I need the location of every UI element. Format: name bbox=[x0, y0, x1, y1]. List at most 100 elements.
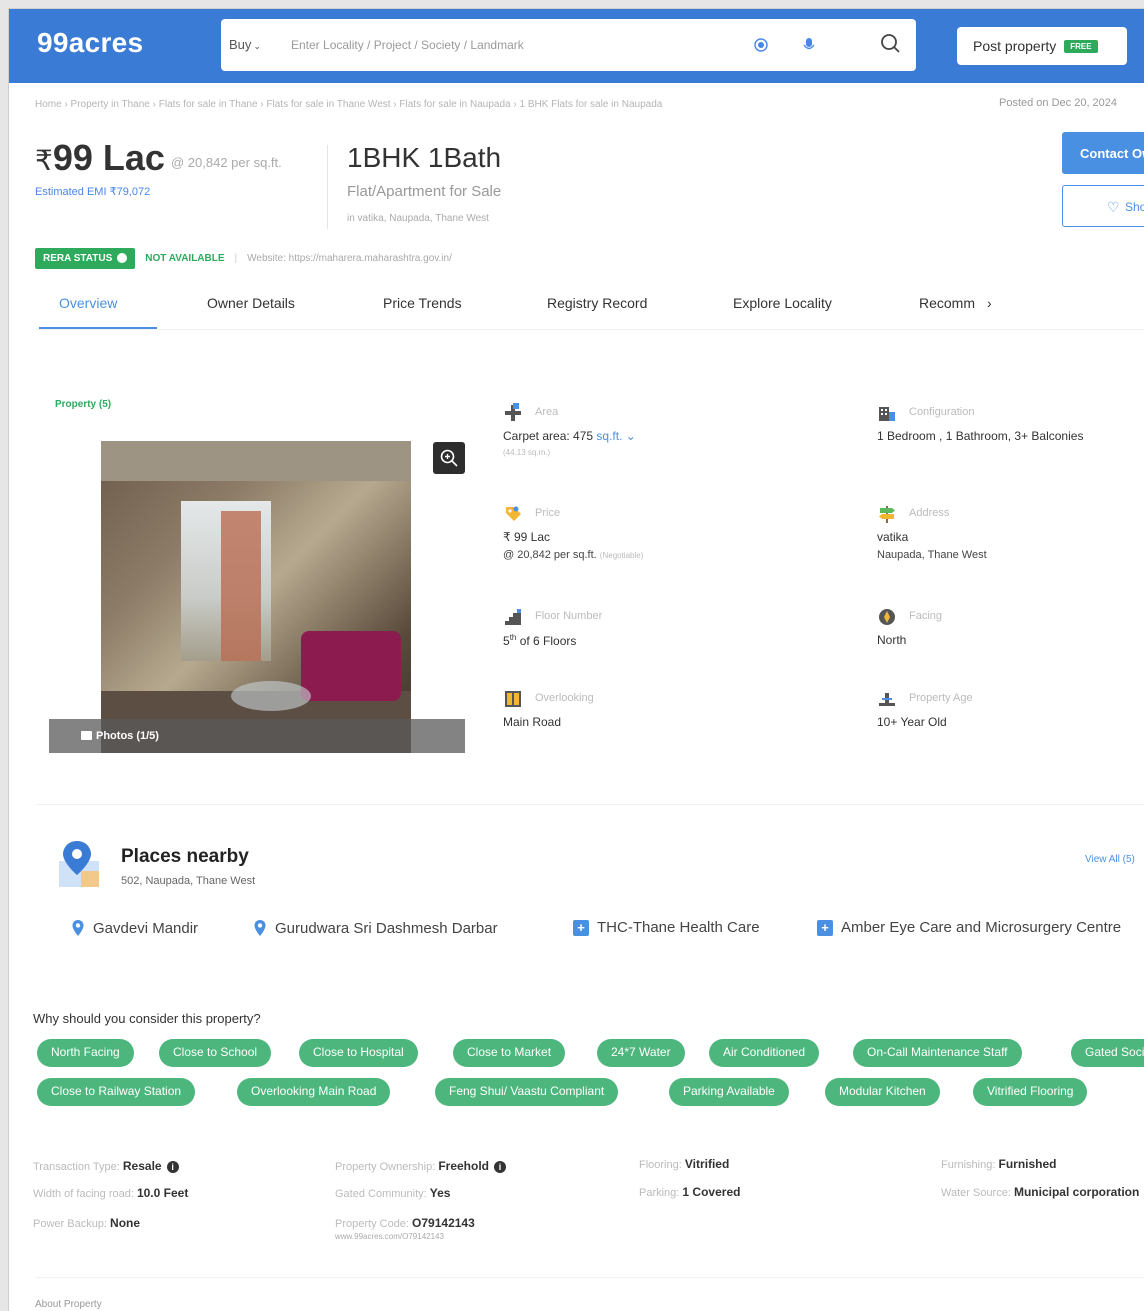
price-detail: Price ₹ 99 Lac @ 20,842 per sq.ft. (Nego… bbox=[503, 504, 833, 564]
price-label: Price bbox=[535, 507, 561, 519]
facing-value: North bbox=[877, 633, 907, 647]
carpet-area: Carpet area: 475 bbox=[503, 429, 594, 443]
transaction-type: Transaction Type: Resale i bbox=[33, 1159, 179, 1173]
tabs-next-icon[interactable]: › bbox=[987, 295, 992, 311]
configuration-value: 1 Bedroom , 1 Bathroom, 3+ Balconies bbox=[877, 429, 1084, 443]
gated-community-value: Yes bbox=[429, 1186, 451, 1200]
tab-overview[interactable]: Overview bbox=[59, 295, 117, 311]
flooring: Flooring: Vitrified bbox=[639, 1157, 729, 1171]
parking: Parking: 1 Covered bbox=[639, 1185, 740, 1199]
nearby-place-name: Gurudwara Sri Dashmesh Darbar bbox=[275, 919, 498, 937]
feature-chip[interactable]: Parking Available bbox=[669, 1078, 789, 1106]
area-unit-dropdown[interactable]: sq.ft. bbox=[596, 429, 622, 443]
property-ownership: Property Ownership: Freehold i bbox=[335, 1159, 506, 1173]
floor-number: 5 bbox=[503, 634, 510, 648]
shortlist-button[interactable]: ♡ Shortlist bbox=[1062, 185, 1144, 227]
price-per-sqft-detail: @ 20,842 per sq.ft. (Negotiable) bbox=[503, 549, 643, 561]
rera-separator: | bbox=[234, 252, 238, 264]
photo-gallery[interactable]: Photos (1/5) bbox=[49, 441, 465, 753]
compass-icon bbox=[879, 609, 895, 625]
nearby-place-item[interactable]: Gurudwara Sri Dashmesh Darbar bbox=[253, 919, 498, 937]
feature-chip[interactable]: Air Conditioned bbox=[709, 1039, 820, 1067]
feature-chip[interactable]: North Facing bbox=[37, 1039, 134, 1067]
info-icon[interactable] bbox=[117, 253, 128, 263]
shortlist-label: Shortlist bbox=[1125, 200, 1144, 214]
section-tabs: Overview Owner Details Price Trends Regi… bbox=[37, 289, 1144, 330]
property-age-label: Property Age bbox=[909, 692, 973, 704]
feature-chip[interactable]: Close to Railway Station bbox=[37, 1078, 196, 1106]
facing-road-value: 10.0 Feet bbox=[136, 1186, 189, 1200]
price-per-sqft-value: @ 20,842 per sq.ft. bbox=[503, 549, 597, 561]
property-photo[interactable] bbox=[101, 441, 411, 753]
site-logo[interactable]: 99acres bbox=[37, 27, 143, 59]
feature-chip[interactable]: Close to School bbox=[159, 1039, 272, 1067]
photos-caption-label: Photos (1/5) bbox=[96, 730, 159, 742]
facing-road-label: Width of facing road: bbox=[33, 1188, 134, 1200]
search-icon[interactable] bbox=[880, 33, 902, 55]
feature-chip[interactable]: Close to Market bbox=[453, 1039, 566, 1067]
negotiable-label: (Negotiable) bbox=[599, 551, 644, 560]
search-input[interactable] bbox=[291, 31, 741, 59]
chevron-down-icon[interactable]: ⌄ bbox=[622, 429, 636, 443]
feature-chip[interactable]: Gated Society bbox=[1071, 1039, 1144, 1067]
feature-chip[interactable]: Modular Kitchen bbox=[825, 1078, 940, 1106]
parking-label: Parking: bbox=[639, 1187, 680, 1199]
nearby-place-item[interactable]: + THC-Thane Health Care bbox=[573, 919, 760, 936]
buy-dropdown[interactable]: Buy ⌄ bbox=[229, 37, 261, 52]
price-value: 99 Lac bbox=[52, 137, 165, 178]
contact-owner-button[interactable]: Contact Owner bbox=[1062, 132, 1144, 174]
places-nearby-title: Places nearby bbox=[121, 846, 249, 867]
area-value: Carpet area: 475 sq.ft. ⌄ bbox=[503, 429, 636, 443]
window-icon bbox=[505, 691, 521, 707]
rera-website-link[interactable]: Website: https://maharera.maharashtra.go… bbox=[247, 253, 452, 264]
feature-chip[interactable]: On-Call Maintenance Staff bbox=[853, 1039, 1022, 1067]
feature-chip[interactable]: 24*7 Water bbox=[597, 1039, 685, 1067]
buy-label: Buy bbox=[229, 37, 252, 52]
nearby-place-item[interactable]: Gavdevi Mandir bbox=[71, 919, 198, 937]
info-icon[interactable]: i bbox=[494, 1161, 506, 1173]
ownership-label: Property Ownership: bbox=[335, 1161, 436, 1173]
feature-chip[interactable]: Close to Hospital bbox=[299, 1039, 418, 1067]
nearby-place-item[interactable]: + Amber Eye Care and Microsurgery Centre bbox=[817, 919, 1121, 936]
hospital-icon: + bbox=[573, 919, 589, 936]
tab-recommendations[interactable]: Recomm bbox=[919, 295, 975, 311]
tab-registry-record[interactable]: Registry Record bbox=[547, 295, 647, 311]
price-per-sqft: @ 20,842 per sq.ft. bbox=[171, 155, 282, 170]
tab-explore-locality[interactable]: Explore Locality bbox=[733, 295, 832, 311]
floor-detail: Floor Number 5th of 6 Floors bbox=[503, 607, 833, 657]
mic-icon[interactable] bbox=[799, 35, 819, 55]
location-icon[interactable] bbox=[751, 35, 771, 55]
address-detail: Address vatika Naupada, Thane West bbox=[877, 504, 1144, 564]
breadcrumb[interactable]: Home › Property in Thane › Flats for sal… bbox=[35, 99, 662, 110]
rera-status: NOT AVAILABLE bbox=[145, 252, 225, 264]
emi-link[interactable]: Estimated EMI ₹79,072 bbox=[35, 185, 150, 198]
building-icon bbox=[879, 407, 895, 421]
overlooking-label: Overlooking bbox=[535, 692, 594, 704]
photos-caption[interactable]: Photos (1/5) bbox=[49, 719, 465, 753]
section-divider bbox=[35, 1277, 1144, 1278]
tab-owner-details[interactable]: Owner Details bbox=[207, 295, 295, 311]
property-code-url[interactable]: www.99acres.com/O79142143 bbox=[335, 1232, 475, 1241]
search-bar: Buy ⌄ bbox=[221, 19, 916, 71]
tab-price-trends[interactable]: Price Trends bbox=[383, 295, 462, 311]
feature-chip[interactable]: Feng Shui/ Vaastu Compliant bbox=[435, 1078, 619, 1106]
property-age-detail: Property Age 10+ Year Old bbox=[877, 689, 1144, 739]
info-icon[interactable]: i bbox=[166, 1161, 179, 1173]
chevron-down-icon: ⌄ bbox=[253, 41, 261, 51]
floor-label: Floor Number bbox=[535, 610, 603, 622]
stairs-icon bbox=[505, 609, 521, 625]
property-code-label: Property Code: bbox=[335, 1218, 409, 1230]
gated-community: Gated Community: Yes bbox=[335, 1186, 450, 1200]
post-property-button[interactable]: Post property FREE bbox=[957, 27, 1127, 65]
power-backup: Power Backup: None bbox=[33, 1216, 140, 1230]
parking-value: 1 Covered bbox=[682, 1185, 741, 1199]
zoom-icon[interactable] bbox=[433, 442, 465, 474]
area-label: Area bbox=[535, 406, 559, 418]
feature-chip[interactable]: Overlooking Main Road bbox=[237, 1078, 391, 1106]
feature-chip[interactable]: Vitrified Flooring bbox=[973, 1078, 1088, 1106]
view-all-link[interactable]: View All (5) bbox=[1085, 854, 1135, 865]
address-value: vatika bbox=[877, 530, 909, 544]
rera-status-badge: RERA STATUS bbox=[35, 247, 136, 269]
nearby-place-name: THC-Thane Health Care bbox=[597, 919, 760, 936]
photos-count-label: Property (5) bbox=[55, 399, 112, 410]
